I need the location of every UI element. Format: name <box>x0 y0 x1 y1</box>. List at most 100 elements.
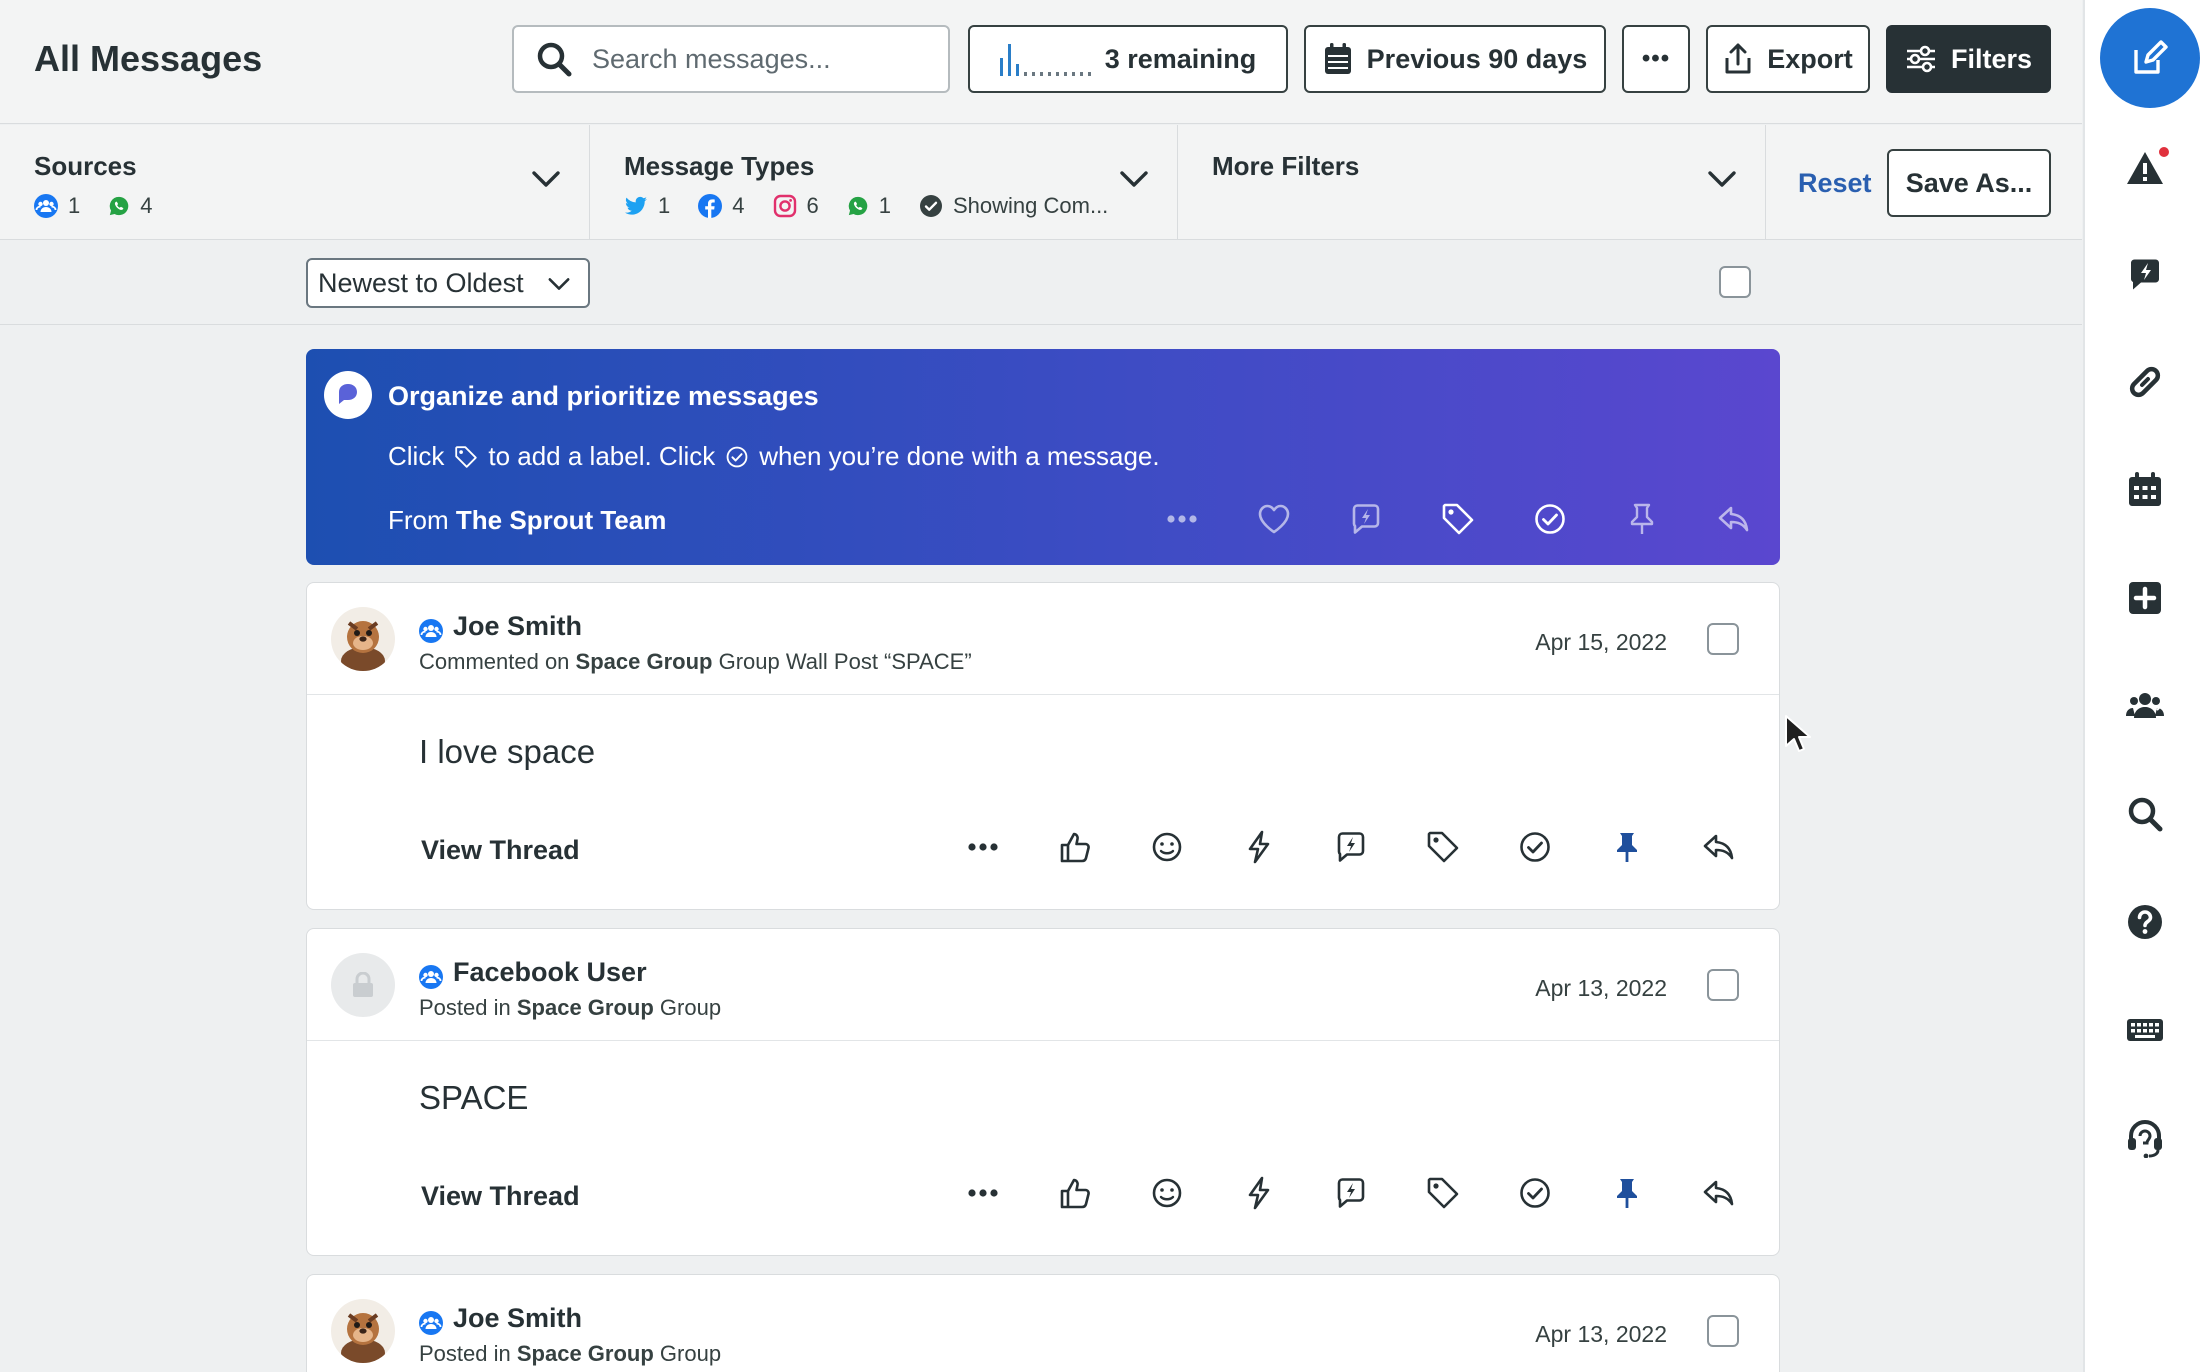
like-icon[interactable] <box>1055 827 1095 867</box>
more-icon: ••• <box>1641 45 1671 72</box>
compose-button[interactable] <box>2100 8 2200 108</box>
lock-icon <box>353 972 373 997</box>
meta-group[interactable]: Space Group <box>517 995 654 1020</box>
check-circle-icon[interactable] <box>1515 827 1555 867</box>
view-thread-link[interactable]: View Thread <box>421 835 580 866</box>
sprout-logo-icon <box>324 371 372 419</box>
whatsapp-icon <box>847 195 869 217</box>
avatar[interactable] <box>331 607 395 671</box>
like-icon[interactable] <box>1055 1173 1095 1213</box>
filters-button[interactable]: Filters <box>1886 25 2051 93</box>
calendar-icon <box>1324 43 1351 74</box>
message-text: I love space <box>419 733 596 770</box>
check-circle-icon[interactable] <box>1515 1173 1555 1213</box>
reply-icon[interactable] <box>1699 1173 1739 1213</box>
completed-check-icon <box>919 194 943 218</box>
reply-bolt-icon[interactable] <box>1331 1173 1371 1213</box>
keyboard-icon[interactable] <box>2125 1010 2165 1050</box>
promo-from-prefix: From <box>388 505 449 535</box>
tag-icon[interactable] <box>1423 1173 1463 1213</box>
bolt-icon[interactable] <box>1239 1173 1279 1213</box>
add-icon[interactable] <box>2125 578 2165 618</box>
more-filters-label: More Filters <box>1212 151 1360 181</box>
message-card: Joe Smith Posted in Space Group Group Ap… <box>306 1274 1780 1372</box>
message-types-filter[interactable]: Message Types 1 4 6 1 Showing Com... <box>590 125 1178 240</box>
message-card-header: Joe Smith Commented on Space Group Group… <box>307 583 1779 695</box>
select-all-checkbox[interactable] <box>1719 266 1751 298</box>
search-icon[interactable] <box>2125 794 2165 834</box>
meta-prefix: Posted in <box>419 995 511 1020</box>
promo-title: Organize and prioritize messages <box>388 381 819 411</box>
message-select-checkbox[interactable] <box>1707 623 1739 655</box>
tag-icon[interactable] <box>1438 499 1478 539</box>
headset-icon[interactable] <box>2125 1118 2165 1158</box>
meta-suffix: Group <box>659 995 722 1020</box>
help-icon[interactable] <box>2125 902 2165 942</box>
chevron-down-icon <box>1705 167 1739 191</box>
save-as-button[interactable]: Save As... <box>1887 149 2051 217</box>
calendar-icon[interactable] <box>2125 470 2165 510</box>
more-icon[interactable] <box>963 827 1003 867</box>
sources-groups-count: 1 <box>68 193 81 218</box>
search-box[interactable] <box>512 25 950 93</box>
check-circle-icon <box>723 443 751 471</box>
people-icon[interactable] <box>2125 686 2165 726</box>
avatar[interactable] <box>331 953 395 1017</box>
reply-bolt-icon[interactable] <box>2125 254 2165 294</box>
facebook-icon <box>698 194 722 218</box>
export-label: Export <box>1767 43 1853 74</box>
message-card-body: SPACE View Thread <box>307 1041 1779 1257</box>
message-author[interactable]: Joe Smith <box>453 611 582 642</box>
compose-icon <box>2134 40 2168 74</box>
date-range-button[interactable]: Previous 90 days <box>1304 25 1606 93</box>
search-input[interactable] <box>592 43 932 75</box>
types-instagram-count: 6 <box>806 193 819 218</box>
message-actions <box>963 1173 1739 1213</box>
tag-icon[interactable] <box>1423 827 1463 867</box>
export-button[interactable]: Export <box>1706 25 1870 93</box>
sources-filter[interactable]: Sources 1 4 <box>0 125 590 240</box>
top-header: All Messages 3 remaining Previous 90 day… <box>0 0 2082 124</box>
mouse-cursor-icon <box>1785 715 1811 752</box>
meta-prefix: Commented on <box>419 649 570 674</box>
remaining-usage-button[interactable]: 3 remaining <box>968 25 1288 93</box>
pin-icon <box>1622 499 1662 539</box>
more-actions-button[interactable]: ••• <box>1622 25 1690 93</box>
message-select-checkbox[interactable] <box>1707 1315 1739 1347</box>
promo-from-name: The Sprout Team <box>455 505 667 535</box>
more-icon[interactable] <box>963 1173 1003 1213</box>
view-thread-link[interactable]: View Thread <box>421 1181 580 1212</box>
meta-group[interactable]: Space Group <box>576 649 713 674</box>
sources-whatsapp-count: 4 <box>140 193 153 218</box>
meta-group[interactable]: Space Group <box>517 1341 654 1366</box>
message-author[interactable]: Joe Smith <box>453 1303 582 1334</box>
date-range-label: Previous 90 days <box>1366 43 1588 74</box>
sort-order-select[interactable]: Newest to Oldest <box>306 258 590 308</box>
pin-icon[interactable] <box>1607 1173 1647 1213</box>
message-author[interactable]: Facebook User <box>453 957 647 988</box>
link-icon[interactable] <box>2125 362 2165 402</box>
sentiment-icon[interactable] <box>1147 1173 1187 1213</box>
pin-icon[interactable] <box>1607 827 1647 867</box>
reply-bolt-icon[interactable] <box>1331 827 1371 867</box>
check-circle-icon[interactable] <box>1530 499 1570 539</box>
chevron-down-icon <box>546 274 572 294</box>
groups-icon <box>34 194 58 218</box>
export-icon <box>1725 43 1751 74</box>
more-filters-filter[interactable]: More Filters <box>1178 125 1766 240</box>
sentiment-icon[interactable] <box>1147 827 1187 867</box>
reset-filters-link[interactable]: Reset <box>1798 168 1872 199</box>
tag-icon <box>452 443 480 471</box>
avatar[interactable] <box>331 1299 395 1363</box>
search-icon <box>537 42 572 77</box>
remaining-label: 3 remaining <box>1104 43 1257 74</box>
bolt-icon[interactable] <box>1239 827 1279 867</box>
message-select-checkbox[interactable] <box>1707 969 1739 1001</box>
promo-banner: Organize and prioritize messages Click t… <box>306 349 1780 565</box>
sliders-icon <box>1906 45 1935 73</box>
message-card-header: Joe Smith Posted in Space Group Group Ap… <box>307 1275 1779 1372</box>
chevron-down-icon <box>529 167 563 191</box>
reply-icon[interactable] <box>1699 827 1739 867</box>
promo-from: From The Sprout Team <box>388 505 666 536</box>
sort-order-value: Newest to Oldest <box>318 267 524 298</box>
